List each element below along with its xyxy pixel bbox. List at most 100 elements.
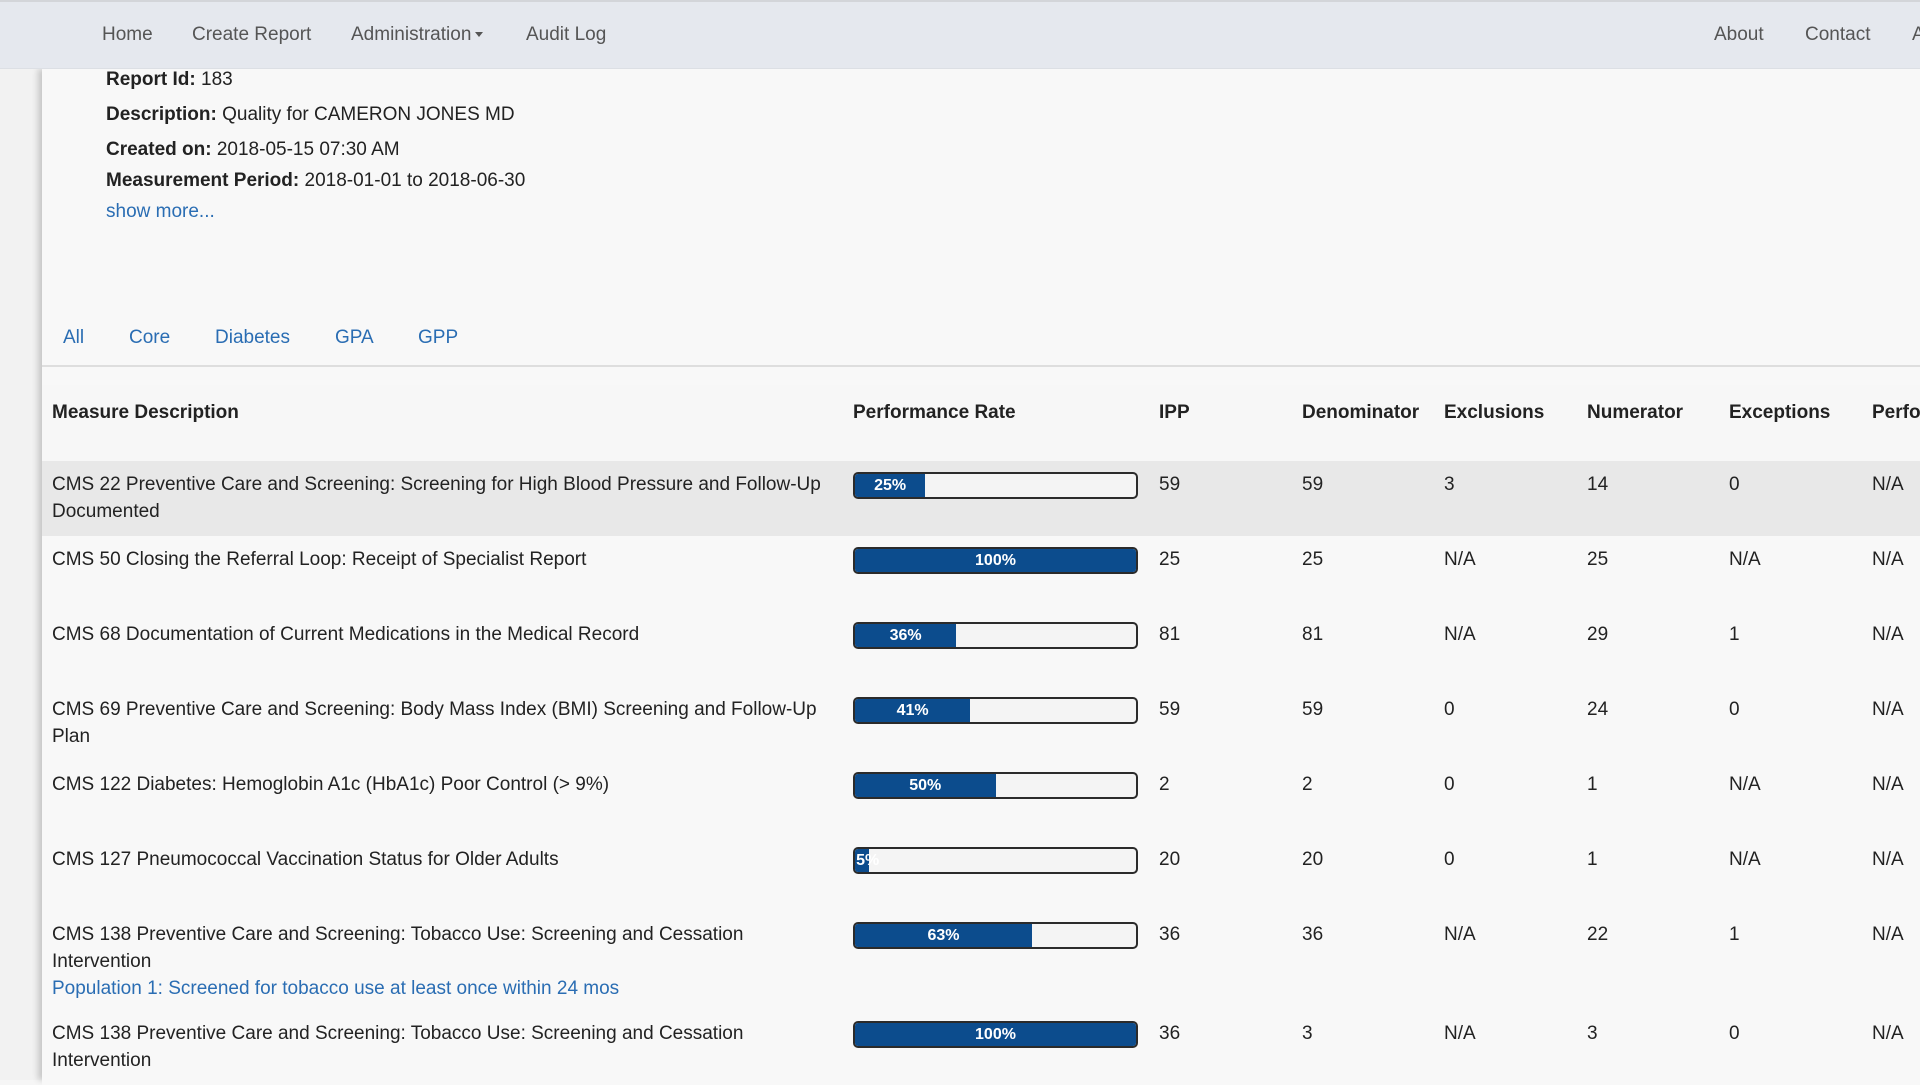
nav-contact[interactable]: Contact [1805,24,1870,46]
report-id: Report Id: 183 [106,69,233,91]
exclusions-cell: N/A [1434,1010,1577,1085]
exceptions-cell: 0 [1719,1010,1862,1085]
nav-home[interactable]: Home [102,24,153,46]
not-met-cell: N/A [1862,611,1920,686]
numerator-cell: 24 [1577,686,1719,761]
exceptions-cell: N/A [1719,536,1862,611]
ipp-cell: 36 [1149,1010,1292,1085]
report-id-label: Report Id: [106,69,196,90]
nav-administration[interactable]: Administration [351,24,484,46]
table-row[interactable]: CMS 127 Pneumococcal Vaccination Status … [42,836,1920,911]
nav-create-report[interactable]: Create Report [192,24,311,46]
exceptions-cell: 1 [1719,611,1862,686]
performance-rate-cell: 50% [843,761,1149,836]
denominator-cell: 81 [1292,611,1434,686]
performance-rate-bar: 63% [853,922,1138,949]
performance-rate-cell: 41% [843,686,1149,761]
ipp-cell: 59 [1149,686,1292,761]
nav-audit-log[interactable]: Audit Log [526,24,606,46]
population-link[interactable]: Population 1: Screened for tobacco use a… [52,975,833,1002]
exclusions-cell: N/A [1434,911,1577,1010]
measure-description-cell: CMS 138 Preventive Care and Screening: T… [42,1010,843,1085]
show-more-link[interactable]: show more... [106,201,215,223]
col-exclusions[interactable]: Exclusions [1434,385,1577,461]
col-denominator[interactable]: Denominator [1292,385,1434,461]
exclusions-cell: 0 [1434,836,1577,911]
measure-description-cell: CMS 138 Preventive Care and Screening: T… [42,911,843,1010]
performance-rate-label: 5% [856,852,880,869]
measure-description-cell: CMS 122 Diabetes: Hemoglobin A1c (HbA1c)… [42,761,843,836]
caret-down-icon [475,32,484,38]
not-met-cell: N/A [1862,461,1920,536]
denominator-cell: 59 [1292,686,1434,761]
col-numerator[interactable]: Numerator [1577,385,1719,461]
measure-description: CMS 127 Pneumococcal Vaccination Status … [52,849,559,870]
tab-gpa[interactable]: GPA [335,327,374,349]
exceptions-cell: 1 [1719,911,1862,1010]
not-met-cell: N/A [1862,761,1920,836]
denominator-cell: 3 [1292,1010,1434,1085]
exceptions-cell: 0 [1719,461,1862,536]
report-created-value: 2018-05-15 07:30 AM [216,139,400,160]
report-created: Created on: 2018-05-15 07:30 AM [106,139,400,161]
exceptions-cell: N/A [1719,836,1862,911]
performance-rate-bar: 25% [853,472,1138,499]
performance-rate-bar: 50% [853,772,1138,799]
ipp-cell: 59 [1149,461,1292,536]
numerator-cell: 3 [1577,1010,1719,1085]
performance-rate-bar: 5% [853,847,1138,874]
table-row[interactable]: CMS 50 Closing the Referral Loop: Receip… [42,536,1920,611]
report-page: Report Id: 183 Description: Quality for … [42,69,1920,1085]
performance-rate-cell: 36% [843,611,1149,686]
numerator-cell: 22 [1577,911,1719,1010]
table-row[interactable]: CMS 122 Diabetes: Hemoglobin A1c (HbA1c)… [42,761,1920,836]
measure-description-cell: CMS 69 Preventive Care and Screening: Bo… [42,686,843,761]
measure-description: CMS 138 Preventive Care and Screening: T… [52,924,744,972]
col-measure-description[interactable]: Measure Description [42,385,843,461]
performance-rate-cell: 5% [843,836,1149,911]
tab-all[interactable]: All [63,327,84,349]
performance-rate-cell: 63% [843,911,1149,1010]
left-gutter [0,69,42,1080]
col-ipp[interactable]: IPP [1149,385,1292,461]
report-description-label: Description: [106,104,217,125]
exclusions-cell: N/A [1434,536,1577,611]
col-exceptions[interactable]: Exceptions [1719,385,1862,461]
table-row[interactable]: CMS 138 Preventive Care and Screening: T… [42,911,1920,1010]
measure-description: CMS 138 Preventive Care and Screening: T… [52,1023,744,1071]
denominator-cell: 25 [1292,536,1434,611]
performance-rate-label: 100% [975,1026,1016,1043]
measure-description: CMS 50 Closing the Referral Loop: Receip… [52,549,587,570]
measure-description: CMS 122 Diabetes: Hemoglobin A1c (HbA1c)… [52,774,610,795]
nav-about[interactable]: About [1714,24,1764,46]
report-created-label: Created on: [106,139,212,160]
col-performance-not-met[interactable]: Performance Not Met [1862,385,1920,461]
not-met-cell: N/A [1862,536,1920,611]
report-description: Description: Quality for CAMERON JONES M… [106,104,515,126]
measure-description-cell: CMS 22 Preventive Care and Screening: Sc… [42,461,843,536]
measure-description: CMS 69 Preventive Care and Screening: Bo… [52,699,817,747]
report-period-label: Measurement Period: [106,170,300,191]
performance-rate-cell: 100% [843,536,1149,611]
denominator-cell: 2 [1292,761,1434,836]
table-row[interactable]: CMS 22 Preventive Care and Screening: Sc… [42,461,1920,536]
performance-rate-label: 25% [874,477,907,494]
ipp-cell: 25 [1149,536,1292,611]
tab-gpp[interactable]: GPP [418,327,458,349]
table-row[interactable]: CMS 138 Preventive Care and Screening: T… [42,1010,1920,1085]
not-met-cell: N/A [1862,686,1920,761]
performance-rate-label: 100% [975,552,1016,569]
tab-core[interactable]: Core [129,327,170,349]
measure-description-cell: CMS 68 Documentation of Current Medicati… [42,611,843,686]
measures-table: Measure Description Performance Rate IPP… [42,385,1920,1085]
denominator-cell: 36 [1292,911,1434,1010]
measure-description-cell: CMS 50 Closing the Referral Loop: Receip… [42,536,843,611]
col-performance-rate[interactable]: Performance Rate [843,385,1149,461]
tab-diabetes[interactable]: Diabetes [215,327,290,349]
performance-rate-cell: 25% [843,461,1149,536]
nav-account[interactable]: A [1912,24,1920,46]
exclusions-cell: 0 [1434,686,1577,761]
table-row[interactable]: CMS 68 Documentation of Current Medicati… [42,611,1920,686]
exceptions-cell: N/A [1719,761,1862,836]
table-row[interactable]: CMS 69 Preventive Care and Screening: Bo… [42,686,1920,761]
